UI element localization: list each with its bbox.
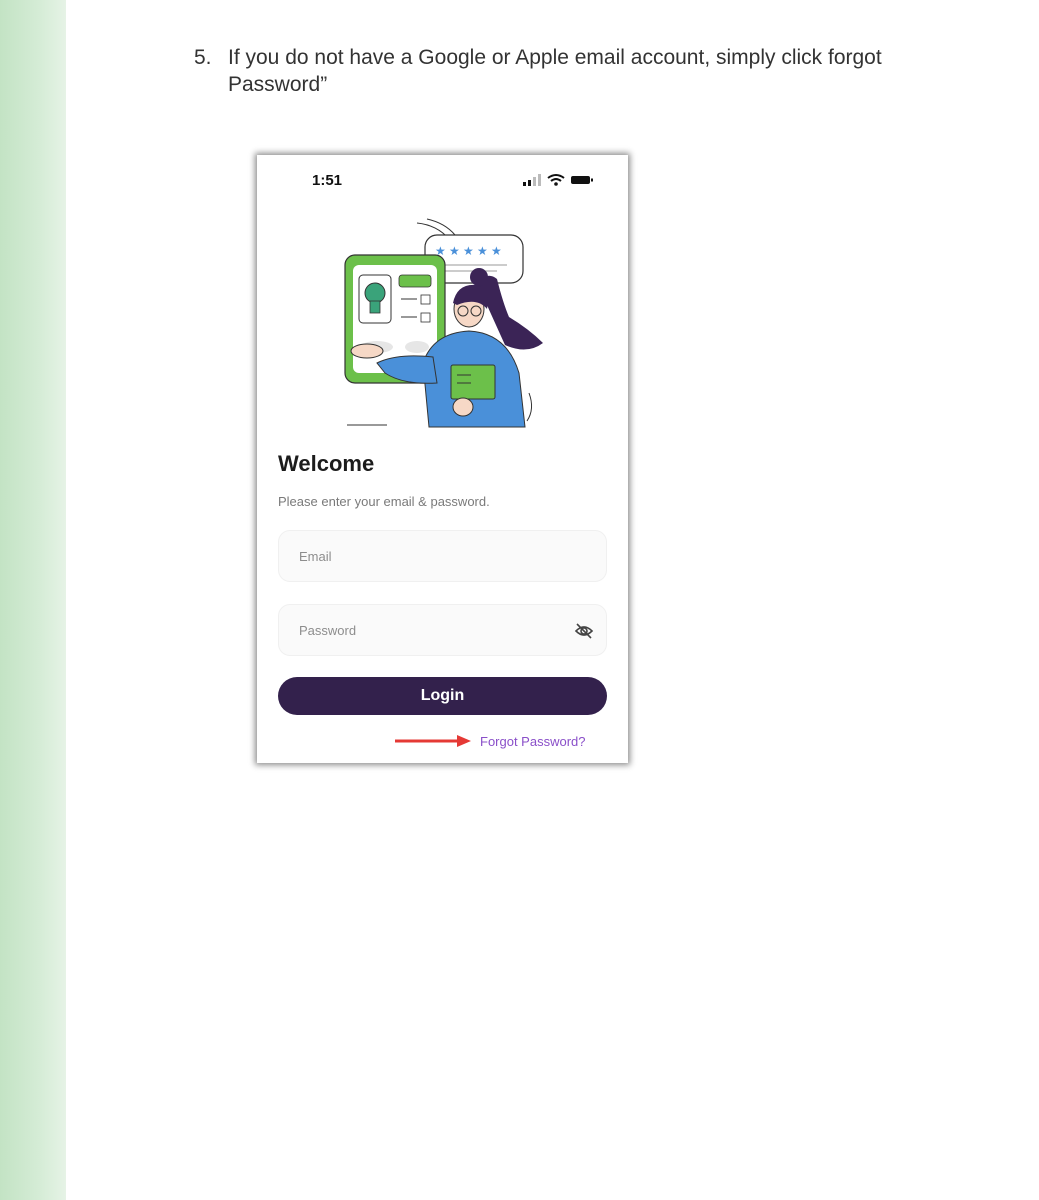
password-placeholder: Password (299, 623, 357, 638)
step-number: 5. (194, 46, 212, 69)
side-decoration-band (0, 0, 66, 1200)
wifi-icon (547, 174, 565, 186)
svg-text:★: ★ (491, 244, 502, 258)
svg-text:★: ★ (449, 244, 460, 258)
password-field[interactable]: Password (278, 604, 607, 656)
svg-text:★: ★ (477, 244, 488, 258)
forgot-password-link[interactable]: Forgot Password? (480, 734, 586, 749)
status-bar-icons (523, 174, 593, 186)
login-illustration: ★ ★ ★ ★ ★ (344, 218, 543, 428)
welcome-title: Welcome (278, 451, 375, 476)
red-arrow-annotation (395, 735, 471, 747)
svg-text:★: ★ (463, 244, 474, 258)
email-field[interactable]: Email (278, 530, 607, 582)
step-text: If you do not have a Google or Apple ema… (228, 46, 882, 96)
status-time: 1:51 (312, 172, 343, 189)
login-button[interactable]: Login (278, 677, 607, 715)
login-subtitle: Please enter your email & password. (278, 494, 490, 509)
signal-icon (523, 174, 541, 186)
phone-screenshot: 1:51 ★ ★ ★ ★ ★ Welcome Please enter your… (257, 155, 628, 763)
email-placeholder: Email (299, 549, 332, 564)
eye-off-icon[interactable] (574, 621, 594, 641)
instruction-step: 5. If you do not have a Google or Apple … (194, 44, 984, 98)
battery-icon (571, 176, 593, 184)
